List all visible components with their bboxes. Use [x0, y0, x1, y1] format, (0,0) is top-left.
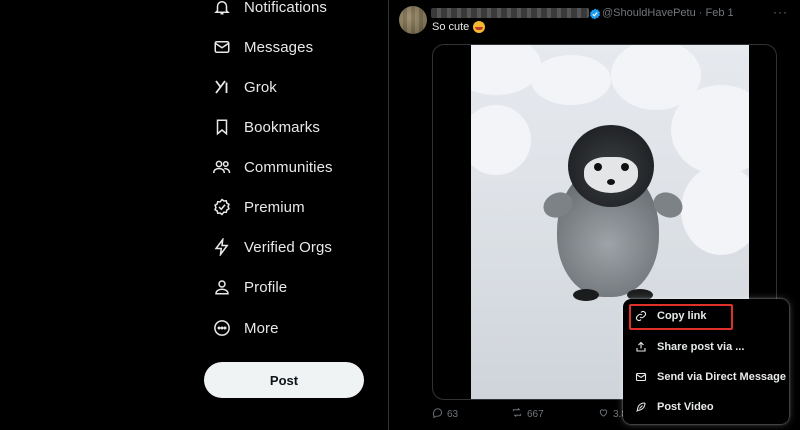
- share-dropdown-menu: Copy link Share post via ... Send via Di…: [623, 299, 789, 424]
- menu-item-send-dm[interactable]: Send via Direct Message: [623, 362, 789, 392]
- snow-lump: [531, 55, 611, 105]
- sidebar-item-notifications[interactable]: Notifications: [204, 0, 327, 27]
- share-icon: [634, 340, 648, 354]
- sidebar-item-label: Profile: [244, 278, 288, 296]
- sidebar-item-grok[interactable]: Grok: [204, 67, 277, 107]
- sidebar-item-label: Bookmarks: [244, 118, 320, 136]
- sidebar-item-verified-orgs[interactable]: Verified Orgs: [204, 227, 332, 267]
- sidebar-item-messages[interactable]: Messages: [204, 27, 313, 67]
- sidebar-item-communities[interactable]: Communities: [204, 147, 333, 187]
- menu-item-copy-link[interactable]: Copy link: [623, 301, 789, 331]
- repost-icon: [511, 407, 523, 421]
- penguin-eye: [621, 163, 629, 171]
- menu-item-share-post[interactable]: Share post via ...: [623, 332, 789, 362]
- sidebar-item-label: Verified Orgs: [244, 238, 333, 256]
- tweet-text-content: So cute: [432, 21, 470, 33]
- lightning-icon: [210, 235, 234, 259]
- menu-item-post-video[interactable]: Post Video: [623, 392, 789, 422]
- sidebar-item-label: Communities: [244, 158, 333, 176]
- menu-item-label: Copy link: [657, 310, 707, 322]
- reply-icon: [432, 407, 443, 421]
- sidebar-item-label: More: [244, 319, 279, 337]
- feather-icon: [634, 400, 648, 414]
- sidebar-item-label: Messages: [244, 38, 314, 56]
- tweet-text: So cute: [432, 21, 486, 33]
- display-name-redacted[interactable]: [431, 8, 589, 18]
- penguin-beak: [607, 179, 615, 185]
- bell-icon: [210, 0, 234, 19]
- avatar[interactable]: [399, 6, 427, 34]
- bookmark-icon: [210, 115, 234, 139]
- reply-count: 63: [447, 408, 459, 420]
- menu-item-label: Send via Direct Message: [657, 371, 787, 383]
- snow-lump: [471, 45, 541, 95]
- person-icon: [210, 275, 234, 299]
- verified-badge-icon: [589, 7, 601, 20]
- smiling-hearts-emoji-icon: [473, 21, 486, 33]
- premium-badge-icon: [210, 195, 234, 219]
- menu-item-label: Share post via ...: [657, 341, 745, 353]
- more-circle-icon: [210, 316, 234, 340]
- sidebar-item-label: Premium: [244, 198, 305, 216]
- reply-action[interactable]: 63: [432, 407, 458, 421]
- tweet-handle-date[interactable]: @ShouldHavePetu · Feb 1: [602, 7, 734, 19]
- more-options-icon[interactable]: ···: [773, 5, 788, 19]
- link-icon: [634, 309, 648, 323]
- envelope-icon: [634, 370, 648, 384]
- sidebar-nav: Notifications Messages Grok Bookmarks Co…: [0, 0, 388, 430]
- snow-lump: [471, 105, 531, 175]
- snow-lump: [681, 165, 749, 255]
- sidebar-item-label: Grok: [244, 78, 277, 96]
- like-icon: [598, 407, 609, 421]
- sidebar-item-bookmarks[interactable]: Bookmarks: [204, 107, 320, 147]
- post-button[interactable]: Post: [204, 362, 364, 398]
- sidebar-item-profile[interactable]: Profile: [204, 267, 287, 307]
- repost-action[interactable]: 667: [511, 407, 544, 421]
- sidebar-item-premium[interactable]: Premium: [204, 187, 305, 227]
- penguin-face: [584, 157, 638, 193]
- menu-item-label: Post Video: [657, 401, 714, 413]
- repost-count: 667: [527, 408, 544, 420]
- penguin-eye: [594, 163, 602, 171]
- sidebar-item-more[interactable]: More: [204, 308, 279, 348]
- penguin-foot: [573, 289, 599, 301]
- people-icon: [210, 155, 234, 179]
- grok-icon: [210, 75, 234, 99]
- envelope-icon: [210, 35, 234, 59]
- sidebar-item-label: Notifications: [244, 0, 328, 16]
